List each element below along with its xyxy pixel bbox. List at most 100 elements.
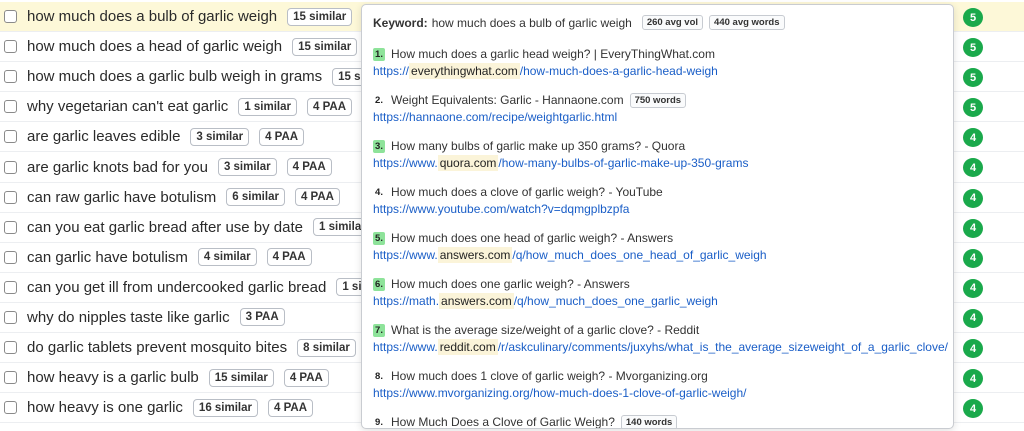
url-path[interactable]: /r/askculinary/comments/juxyhs/what_is_t…	[498, 340, 948, 354]
row-checkbox[interactable]	[4, 10, 17, 24]
paa-badge[interactable]: 4 PAA	[286, 158, 332, 177]
keyword-text[interactable]: why do nipples taste like garlic	[27, 309, 230, 326]
paa-badge[interactable]: 3 PAA	[239, 308, 285, 327]
similar-badge[interactable]: 6 similar	[226, 188, 285, 207]
result-title-line: 7. What is the average size/weight of a g…	[373, 322, 943, 338]
paa-badge[interactable]: 4 PAA	[283, 368, 329, 387]
row-checkbox[interactable]	[4, 401, 17, 415]
result-url[interactable]: https://www. answers.com/q/how_much_does_…	[373, 246, 943, 263]
row-checkbox[interactable]	[4, 250, 17, 264]
url-prefix[interactable]: https://www.	[373, 156, 438, 170]
row-checkbox[interactable]	[4, 371, 17, 385]
url-prefix[interactable]: https://hannaone.com/recipe/weightgarlic…	[373, 110, 617, 124]
url-domain[interactable]: answers.com	[437, 246, 513, 263]
url-prefix[interactable]: https://	[373, 64, 409, 78]
row-checkbox[interactable]	[4, 70, 17, 84]
paa-badge[interactable]: 4 PAA	[259, 127, 305, 146]
similar-badge[interactable]: 15 similar	[292, 37, 358, 56]
url-prefix[interactable]: https://www.youtube.com/watch?v=dqmgplbz…	[373, 202, 629, 216]
row-checkbox[interactable]	[4, 280, 17, 294]
keyword-text[interactable]: how heavy is one garlic	[27, 399, 183, 416]
result-title: How much does one head of garlic weigh? …	[391, 231, 674, 245]
result-rank: 5.	[373, 231, 385, 245]
word-count-badge: 750 words	[629, 92, 687, 108]
url-path[interactable]: /how-much-does-a-garlic-head-weigh	[520, 64, 718, 78]
url-prefix[interactable]: https://www.	[373, 248, 438, 262]
score-badge: 5	[963, 38, 983, 58]
keyword-text[interactable]: do garlic tablets prevent mosquito bites	[27, 339, 287, 356]
similar-badge[interactable]: 15 similar	[287, 7, 353, 26]
url-prefix[interactable]: https://math.	[373, 294, 439, 308]
similar-badge[interactable]: 1 similar	[238, 97, 297, 116]
keyword-text[interactable]: can you eat garlic bread after use by da…	[27, 219, 303, 236]
row-checkbox[interactable]	[4, 130, 17, 144]
result-url[interactable]: https://math. answers.com/q/how_much_does…	[373, 292, 943, 309]
row-checkbox[interactable]	[4, 341, 17, 355]
url-path[interactable]: /how-many-bulbs-of-garlic-make-up-350-gr…	[498, 156, 748, 170]
result-url[interactable]: https://www.mvorganizing.org/how-much-do…	[373, 384, 943, 401]
url-prefix[interactable]: https://www.mvorganizing.org/how-much-do…	[373, 386, 746, 400]
score-badge: 4	[963, 339, 983, 359]
result-title-line: 8. How much does 1 clove of garlic weigh?…	[373, 368, 943, 384]
paa-badge[interactable]: 4 PAA	[306, 97, 353, 116]
keyword-label: Keyword:	[373, 15, 428, 30]
row-checkbox[interactable]	[4, 310, 17, 324]
result-url[interactable]: https://hannaone.com/recipe/weightgarlic…	[373, 108, 943, 125]
serp-result: 8. How much does 1 clove of garlic weigh?…	[373, 368, 943, 401]
similar-badge[interactable]: 15 similar	[208, 368, 274, 387]
row-checkbox[interactable]	[4, 190, 17, 204]
result-url[interactable]: https://www.youtube.com/watch?v=dqmgplbz…	[373, 200, 943, 217]
similar-badge[interactable]: 1 simila	[313, 218, 368, 237]
url-prefix[interactable]: https://www.	[373, 340, 438, 354]
result-url[interactable]: https://www. quora.com/how-many-bulbs-of-…	[373, 154, 943, 171]
score-badge: 4	[963, 369, 983, 389]
score-badge: 4	[963, 158, 983, 178]
paa-badge[interactable]: 4 PAA	[268, 398, 314, 417]
result-rank: 6.	[373, 277, 385, 291]
result-title-line: 9. How Much Does a Clove of Garlic Weigh?…	[373, 414, 943, 429]
score-badge: 4	[963, 128, 983, 148]
keyword-text[interactable]: can garlic have botulism	[27, 249, 188, 266]
similar-badge[interactable]: 4 similar	[197, 248, 257, 267]
keyword-text[interactable]: can raw garlic have botulism	[27, 189, 216, 206]
result-title: How much does a garlic head weigh? | Eve…	[391, 47, 715, 61]
similar-badge[interactable]: 16 similar	[192, 398, 258, 417]
similar-badge[interactable]: 3 similar	[217, 158, 277, 177]
result-title-line: 6. How much does one garlic weigh? - Answ…	[373, 276, 943, 292]
result-title: Weight Equivalents: Garlic - Hannaone.co…	[391, 93, 624, 107]
row-checkbox[interactable]	[4, 160, 17, 174]
url-domain[interactable]: answers.com	[439, 292, 514, 309]
keyword-text[interactable]: are garlic leaves edible	[27, 128, 180, 145]
url-domain[interactable]: everythingwhat.com	[409, 62, 520, 79]
popup-header: Keyword: how much does a bulb of garlic …	[373, 15, 943, 30]
url-path[interactable]: /q/how_much_does_one_garlic_weigh	[514, 294, 718, 308]
url-path[interactable]: /q/how_much_does_one_head_of_garlic_weig…	[512, 248, 766, 262]
result-title: How much does one garlic weigh? - Answer…	[391, 277, 630, 291]
keyword-text[interactable]: how much does a head of garlic weigh	[27, 38, 282, 55]
paa-badge[interactable]: 4 PAA	[266, 248, 312, 267]
result-rank: 4.	[375, 186, 383, 198]
result-title: How many bulbs of garlic make up 350 gra…	[391, 139, 686, 153]
result-url[interactable]: https://everythingwhat.com/how-much-does…	[373, 62, 943, 79]
popup-keyword: how much does a bulb of garlic weigh	[431, 15, 632, 30]
similar-badge[interactable]: 3 similar	[190, 127, 250, 146]
row-checkbox[interactable]	[4, 40, 17, 54]
paa-badge[interactable]: 4 PAA	[294, 188, 340, 207]
result-rank: 3.	[373, 139, 385, 153]
similar-badge[interactable]: 8 similar	[297, 338, 356, 357]
keyword-text[interactable]: why vegetarian can't eat garlic	[27, 98, 228, 115]
result-title: How Much Does a Clove of Garlic Weigh?	[391, 415, 615, 429]
keyword-text[interactable]: how much does a bulb of garlic weigh	[27, 8, 277, 25]
keyword-text[interactable]: can you get ill from undercooked garlic …	[27, 279, 326, 296]
result-rank: 7.	[373, 323, 385, 337]
keyword-text[interactable]: how much does a garlic bulb weigh in gra…	[27, 68, 322, 85]
keyword-text[interactable]: are garlic knots bad for you	[27, 159, 208, 176]
row-checkbox[interactable]	[4, 220, 17, 234]
serp-result: 1. How much does a garlic head weigh? | E…	[373, 46, 943, 79]
serp-results: 1. How much does a garlic head weigh? | E…	[373, 46, 948, 429]
keyword-text[interactable]: how heavy is a garlic bulb	[27, 369, 199, 386]
row-checkbox[interactable]	[4, 100, 17, 114]
url-domain[interactable]: reddit.com	[437, 338, 498, 355]
result-url[interactable]: https://www. reddit.com/r/askculinary/com…	[373, 338, 948, 355]
url-domain[interactable]: quora.com	[437, 154, 499, 171]
